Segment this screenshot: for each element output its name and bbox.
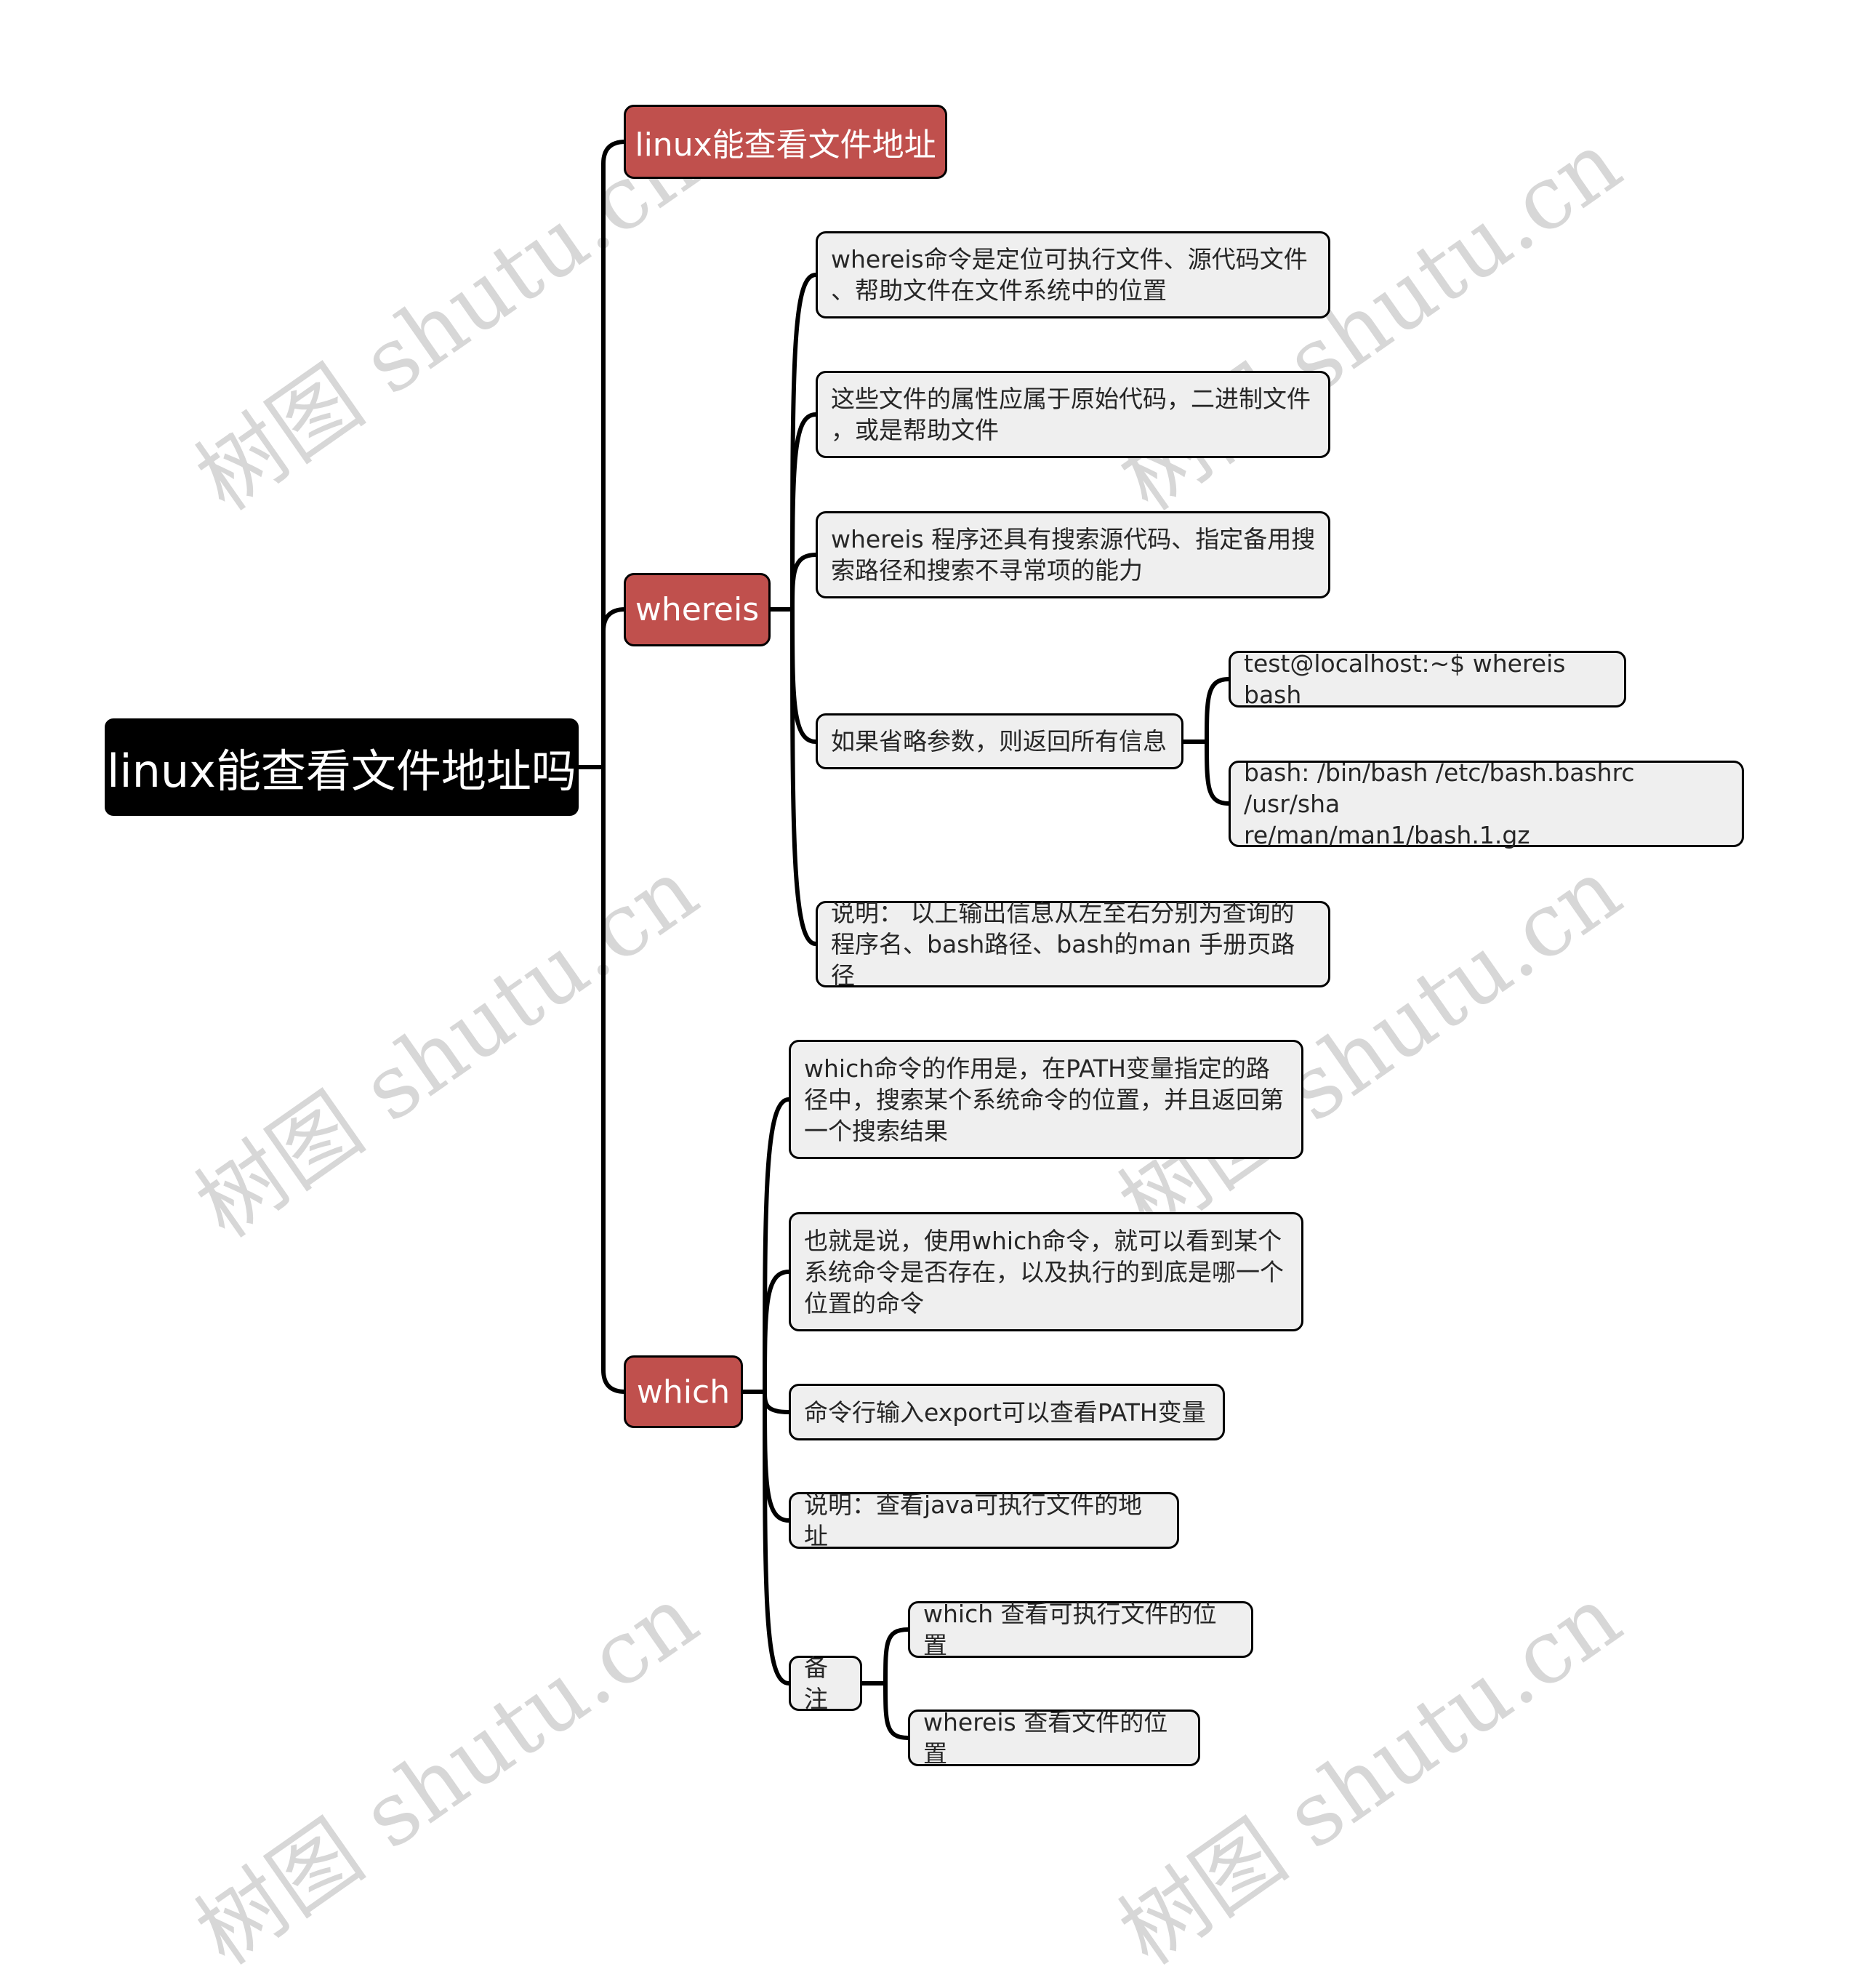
- topic-line: 位置的命令: [804, 1288, 924, 1318]
- connector-notes-2: [883, 1681, 910, 1740]
- topic-line: 径中，搜索某个系统命令的位置，并且返回第: [804, 1085, 1284, 1114]
- topic-line: 命令行输入export可以查看PATH变量: [804, 1398, 1206, 1427]
- topic-line: 、帮助文件在文件系统中的位置: [831, 276, 1167, 305]
- topic-line: re/man/man1/bash.1.gz: [1244, 821, 1530, 849]
- topic-line: ，或是帮助文件: [831, 416, 999, 444]
- branch-label: which: [636, 1373, 731, 1411]
- which-topic-definition[interactable]: which命令的作用是，在PATH变量指定的路 径中，搜索某个系统命令的位置，并…: [789, 1040, 1303, 1159]
- connector-which-3: [763, 1390, 791, 1414]
- topic-line: 说明： 以上输出信息从左至右分别为查询的: [831, 899, 1295, 927]
- root-topic[interactable]: linux能查看文件地址吗: [105, 718, 579, 816]
- topic-line: 系统命令是否存在，以及执行的到底是哪一个: [804, 1257, 1284, 1286]
- whereis-topic-omit-params[interactable]: 如果省略参数，则返回所有信息: [816, 713, 1183, 769]
- topic-line: 一个搜索结果: [804, 1116, 948, 1145]
- topic-line: test@localhost:~$ whereis bash: [1244, 649, 1566, 709]
- root-topic-label: linux能查看文件地址吗: [107, 745, 576, 798]
- note-which[interactable]: which 查看可执行文件的位置: [908, 1600, 1253, 1659]
- topic-line: 这些文件的属性应属于原始代码，二进制文件: [831, 385, 1311, 413]
- connector-whereis-5: [790, 607, 818, 946]
- connector-which-5: [763, 1390, 791, 1686]
- branch-linux-file-address[interactable]: linux能查看文件地址: [624, 105, 947, 179]
- note-whereis[interactable]: whereis 查看文件的位置: [908, 1708, 1200, 1768]
- connector-params-2: [1205, 740, 1231, 806]
- example-command[interactable]: test@localhost:~$ whereis bash: [1229, 649, 1626, 709]
- topic-line: 索路径和搜索不寻常项的能力: [831, 556, 1143, 585]
- whereis-topic-search-ability[interactable]: whereis 程序还具有搜索源代码、指定备用搜 索路径和搜索不寻常项的能力: [816, 511, 1330, 598]
- connector-notes-1: [883, 1627, 910, 1686]
- connector-which-1: [763, 1097, 791, 1394]
- whereis-topic-definition[interactable]: whereis命令是定位可执行文件、源代码文件 、帮助文件在文件系统中的位置: [816, 231, 1330, 318]
- branch-whereis[interactable]: whereis: [624, 573, 771, 646]
- which-topic-notes[interactable]: 备注: [789, 1654, 862, 1713]
- mindmap-canvas: 树图 shutu.cn 树图 shutu.cn 树图 shutu.cn 树图 s…: [0, 0, 1861, 1984]
- connector-main-2: [601, 607, 627, 769]
- which-topic-export[interactable]: 命令行输入export可以查看PATH变量: [789, 1384, 1225, 1440]
- topic-line: whereis 程序还具有搜索源代码、指定备用搜: [831, 525, 1316, 553]
- topic-line: whereis命令是定位可执行文件、源代码文件: [831, 245, 1308, 273]
- connector-which-2: [763, 1270, 791, 1394]
- branch-label: whereis: [635, 591, 760, 628]
- topic-line: which命令的作用是，在PATH变量指定的路: [804, 1054, 1270, 1083]
- topic-line: 也就是说，使用which命令，就可以看到某个: [804, 1226, 1282, 1255]
- connector-main-3: [601, 765, 627, 1394]
- connector-whereis-3: [790, 553, 818, 612]
- connector-whereis-4: [790, 607, 818, 744]
- topic-line: whereis 查看文件的位置: [923, 1708, 1168, 1768]
- topic-line: 备注: [804, 1654, 828, 1713]
- topic-line: 程序名、bash路径、bash的man 手册页路径: [831, 930, 1295, 990]
- connector-main-1: [601, 140, 627, 769]
- which-topic-usage[interactable]: 也就是说，使用which命令，就可以看到某个 系统命令是否存在，以及执行的到底是…: [789, 1212, 1303, 1331]
- branch-which[interactable]: which: [624, 1355, 743, 1428]
- connector-params-1: [1205, 677, 1231, 744]
- topic-line: which 查看可执行文件的位置: [923, 1600, 1217, 1659]
- connector-whereis-2: [790, 412, 818, 612]
- whereis-topic-output-explanation[interactable]: 说明： 以上输出信息从左至右分别为查询的 程序名、bash路径、bash的man…: [816, 899, 1330, 990]
- topic-line: 说明：查看java可执行文件的地址: [804, 1491, 1143, 1550]
- branch-label: linux能查看文件地址: [635, 127, 936, 164]
- topic-line: bash: /bin/bash /etc/bash.bashrc /usr/sh…: [1244, 758, 1635, 818]
- topic-line: 如果省略参数，则返回所有信息: [831, 727, 1167, 755]
- example-output[interactable]: bash: /bin/bash /etc/bash.bashrc /usr/sh…: [1229, 758, 1744, 849]
- which-topic-java[interactable]: 说明：查看java可执行文件的地址: [789, 1491, 1179, 1550]
- whereis-topic-file-types[interactable]: 这些文件的属性应属于原始代码，二进制文件 ，或是帮助文件: [816, 371, 1330, 458]
